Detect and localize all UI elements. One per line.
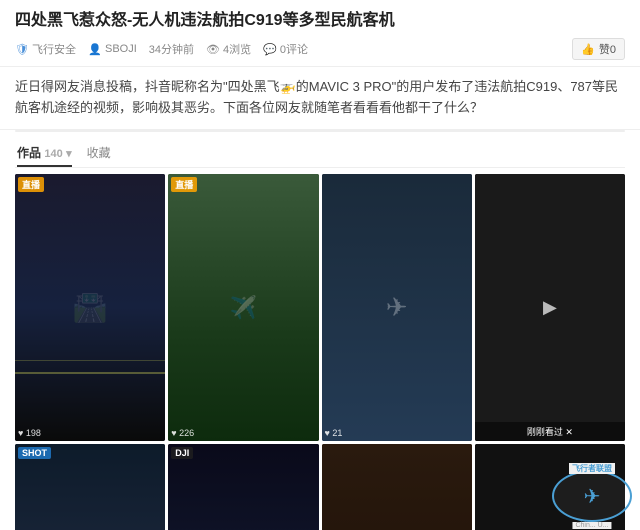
tab-favorites[interactable]: 收藏 — [87, 140, 111, 167]
works-tabs: 作品 140 ▾ 收藏 — [15, 140, 625, 168]
time-meta: 34分钟前 — [149, 41, 194, 57]
work-thumb-6[interactable]: DJI — [168, 444, 318, 530]
thumb-label-6: DJI — [171, 447, 193, 459]
comments-meta[interactable]: 💬 0评论 — [263, 41, 308, 57]
work-thumb-5[interactable]: SHOT — [15, 444, 165, 530]
watermark-sub: Chin... U... — [572, 522, 611, 529]
shield-icon: 🛡 — [15, 42, 29, 56]
works-grid: 🛣️ 直播 ♥ 198 ✈️ 直播 ♥ 226 ✈ ♥ 21 ▶ 刚 — [15, 174, 625, 530]
thumbs-up-icon: 👍 — [581, 43, 595, 56]
watermark-plane-icon: ✈ — [584, 484, 601, 509]
work-thumb-3[interactable]: ✈ ♥ 21 — [322, 174, 472, 441]
works-section: 作品 140 ▾ 收藏 🛣️ 直播 ♥ 198 ✈️ 直 — [15, 140, 625, 530]
comment-icon: 💬 — [263, 43, 277, 56]
play-icon-4: ▶ — [475, 174, 625, 441]
thumb-label-2: 直播 — [171, 177, 197, 192]
work-thumb-4[interactable]: ▶ 刚刚看过 ✕ — [475, 174, 625, 441]
play-icon-7: ▶ — [322, 444, 472, 530]
plane-silhouette-2: ✈️ — [168, 174, 318, 441]
profile-card: 四处黑飞🚁的MAVIC 3 PRO 抖音号:865928888852 🔗 1.5… — [15, 130, 625, 132]
watermark-brand: 飞行者联盟 — [569, 463, 615, 474]
eye-icon: 👁 — [206, 43, 220, 56]
profile-banner: 四处黑飞🚁的MAVIC 3 PRO 抖音号:865928888852 🔗 — [16, 131, 624, 132]
page-wrapper: 四处黑飞惹众怒-无人机违法航拍C919等多型民航客机 🛡 飞行安全 👤 SBOJ… — [0, 0, 640, 530]
plane-silhouette-3: ✈ — [322, 174, 472, 441]
thumb-overlay-4: 刚刚看过 ✕ — [475, 422, 625, 441]
work-thumb-7[interactable]: ▶ 刚刚看过 ✕ — [322, 444, 472, 530]
safety-badge[interactable]: 🛡 飞行安全 — [15, 41, 76, 57]
thumb-label-5: SHOT — [18, 447, 51, 459]
author-meta[interactable]: 👤 SBOJI — [88, 42, 137, 56]
thumb-views-2: ♥ 226 — [171, 428, 194, 438]
work-thumb-2[interactable]: ✈️ 直播 ♥ 226 — [168, 174, 318, 441]
tab-works[interactable]: 作品 140 ▾ — [17, 140, 72, 167]
thumb-label-1: 直播 — [18, 177, 44, 192]
views-meta: 👁 4浏览 — [206, 41, 251, 57]
like-button[interactable]: 👍 赞0 — [572, 38, 625, 60]
watermark: ✈ 飞行者联盟 Chin... U... — [552, 470, 632, 522]
article-title: 四处黑飞惹众怒-无人机违法航拍C919等多型民航客机 — [15, 10, 625, 32]
article-header: 四处黑飞惹众怒-无人机违法航拍C919等多型民航客机 🛡 飞行安全 👤 SBOJ… — [0, 0, 640, 67]
thumb-views-3: ♥ 21 — [325, 428, 343, 438]
thumb-views-1: ♥ 198 — [18, 428, 41, 438]
article-meta: 🛡 飞行安全 👤 SBOJI 34分钟前 👁 4浏览 💬 0评论 👍 赞0 — [15, 38, 625, 60]
article-body: 近日得网友消息投稿，抖音昵称名为"四处黑飞🚁的MAVIC 3 PRO"的用户发布… — [0, 67, 640, 130]
user-icon: 👤 — [88, 42, 102, 56]
work-thumb-1[interactable]: 🛣️ 直播 ♥ 198 — [15, 174, 165, 441]
